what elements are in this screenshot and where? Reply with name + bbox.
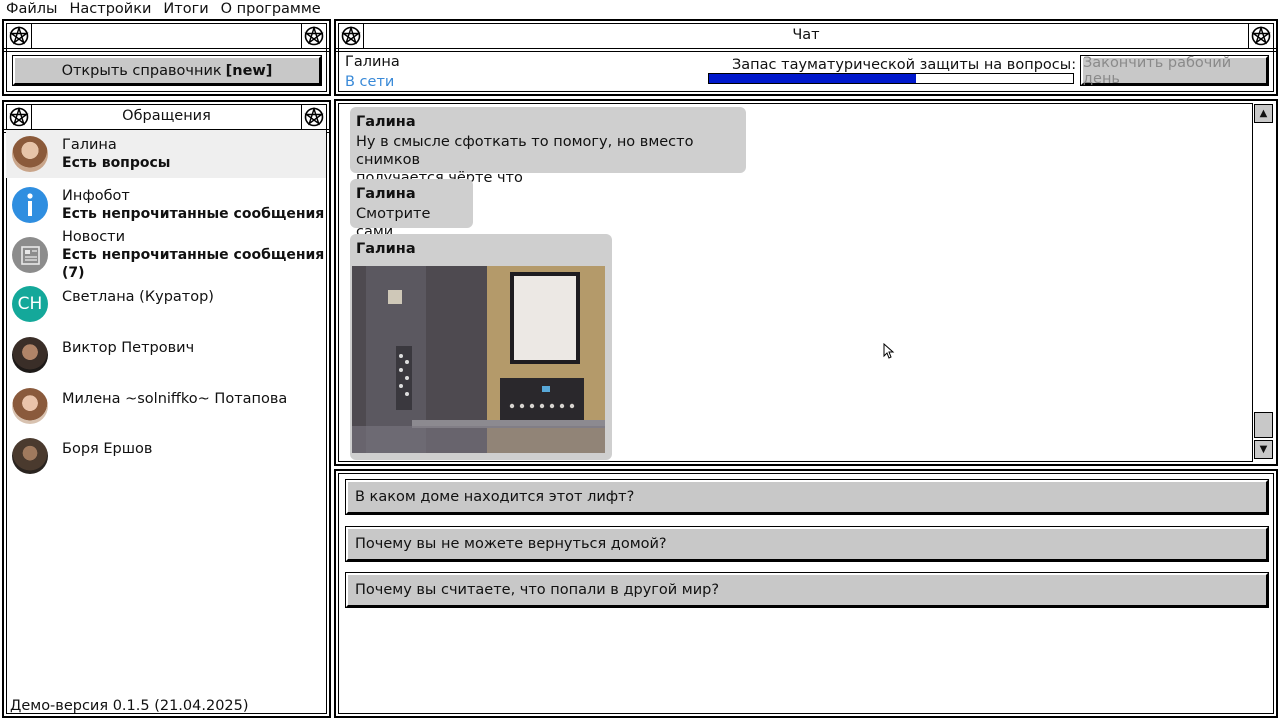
contact-status: Есть непрочитанные сообщения (7): [62, 247, 325, 281]
pentagram-icon: [1248, 23, 1274, 49]
message-text: Ну в смысле сфоткать то помогу, но вмест…: [356, 134, 694, 168]
protection-label: Запас тауматурической защиты на вопросы:: [732, 57, 1077, 73]
chat-scrollbar[interactable]: ▲ ▼: [1252, 103, 1274, 462]
pentagram-icon: [338, 23, 364, 49]
new-tag: [new]: [225, 62, 273, 79]
menu-results[interactable]: Итоги: [157, 0, 214, 18]
answer-option-1[interactable]: В каком доме находится этот лифт?: [346, 480, 1268, 514]
avatar: [12, 337, 48, 373]
contact-name: Боря Ершов: [62, 441, 153, 457]
avatar: [12, 438, 48, 474]
end-workday-label: Закончить рабочий день: [1083, 54, 1232, 87]
version-label: Демо-версия 0.1.5 (21.04.2025): [10, 698, 249, 714]
contacts-title: Обращения: [122, 107, 211, 124]
answer-text: Почему вы не можете вернуться домой?: [355, 536, 667, 552]
answer-option-2[interactable]: Почему вы не можете вернуться домой?: [346, 527, 1268, 561]
protection-progress-fill: [709, 74, 917, 83]
chat-titlebar: Чат: [336, 21, 1276, 52]
contact-name: Виктор Петрович: [62, 340, 195, 356]
contact-name: Новости: [62, 229, 126, 245]
contact-infobot[interactable]: Инфобот Есть непрочитанные сообщения: [6, 181, 326, 229]
mouse-cursor-icon: [883, 343, 895, 359]
scroll-up-arrow-icon[interactable]: ▲: [1254, 104, 1273, 123]
contact-status: Есть вопросы: [62, 155, 171, 171]
chat-contact-name: Галина: [345, 54, 400, 70]
menu-bar: Файлы Настройки Итоги О программе: [0, 0, 1280, 18]
menu-settings[interactable]: Настройки: [64, 0, 158, 18]
pentagram-icon: [301, 23, 327, 49]
pentagram-icon: [6, 23, 32, 49]
contact-name: Светлана (Куратор): [62, 289, 214, 305]
message-author: Галина: [356, 186, 416, 202]
elevator-photo[interactable]: [352, 266, 605, 453]
scroll-down-arrow-icon[interactable]: ▼: [1254, 440, 1273, 459]
contact-galina[interactable]: Галина Есть вопросы: [6, 130, 326, 178]
open-handbook-button[interactable]: Открыть справочник [new]: [13, 56, 321, 85]
chat-title: Чат: [792, 26, 820, 43]
answer-option-3[interactable]: Почему вы считаете, что попали в другой …: [346, 573, 1268, 607]
menu-about[interactable]: О программе: [215, 0, 327, 18]
avatar: СН: [12, 286, 48, 322]
avatar: [12, 136, 48, 172]
contact-milena[interactable]: Милена ~solniffko~ Потапова: [6, 382, 326, 430]
answer-text: Почему вы считаете, что попали в другой …: [355, 582, 720, 598]
info-icon: [12, 187, 48, 223]
newspaper-icon: [12, 237, 48, 273]
contact-news[interactable]: Новости Есть непрочитанные сообщения (7): [6, 229, 326, 281]
scroll-thumb[interactable]: [1254, 412, 1273, 438]
contact-name: Инфобот: [62, 188, 130, 204]
pentagram-icon: [6, 104, 32, 130]
contact-name: Милена ~solniffko~ Потапова: [62, 391, 288, 407]
menu-files[interactable]: Файлы: [0, 0, 64, 18]
contact-status: Есть непрочитанные сообщения: [62, 206, 325, 222]
contacts-panel-title: Обращения: [4, 102, 329, 133]
message-author: Галина: [356, 241, 416, 257]
protection-progress-bar: [708, 73, 1074, 84]
contact-svetlana[interactable]: СН Светлана (Куратор): [6, 280, 326, 328]
end-workday-button[interactable]: Закончить рабочий день: [1081, 54, 1268, 87]
message-bubble: Галина Смотрите сами: [350, 179, 473, 240]
chat-contact-status: В сети: [345, 74, 395, 90]
pentagram-icon: [301, 104, 327, 130]
contact-name: Галина: [62, 137, 117, 153]
avatar: [12, 388, 48, 424]
open-handbook-label: Открыть справочник: [61, 62, 222, 79]
message-bubble: Галина Ну в смысле сфоткать то помогу, н…: [350, 107, 746, 186]
message-author: Галина: [356, 114, 416, 130]
contact-borya[interactable]: Боря Ершов: [6, 432, 326, 480]
contact-viktor[interactable]: Виктор Петрович: [6, 331, 326, 379]
answer-text: В каком доме находится этот лифт?: [355, 489, 635, 505]
handbook-panel-titlebar: [4, 21, 329, 52]
